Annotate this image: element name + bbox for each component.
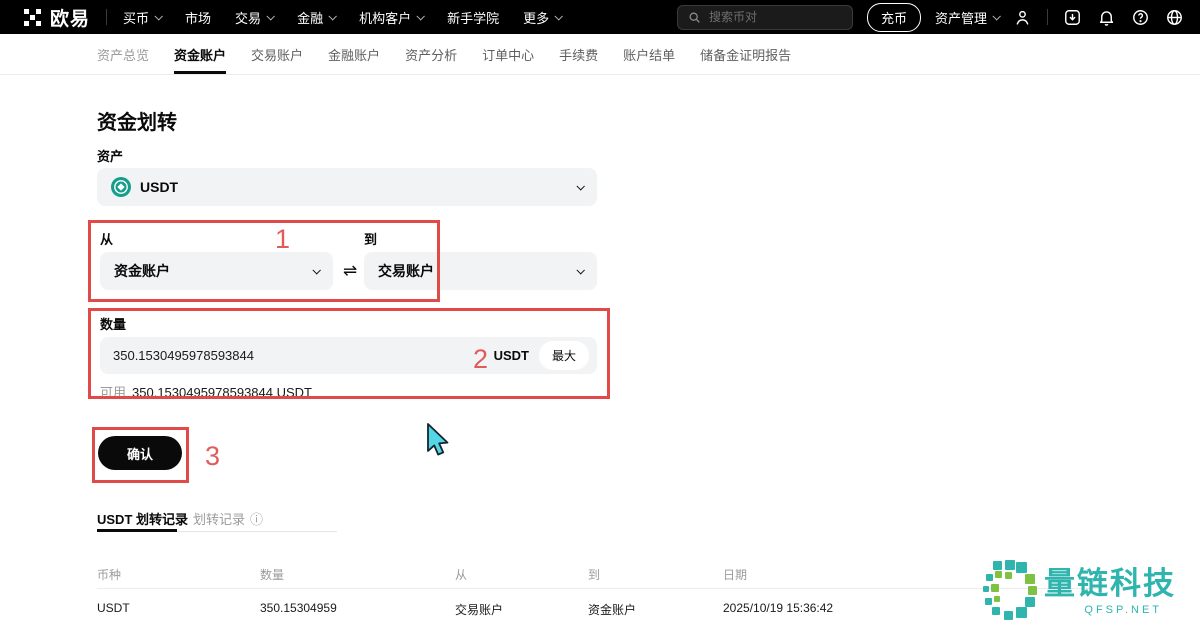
table-divider (97, 588, 1103, 589)
max-button[interactable]: 最大 (539, 341, 589, 370)
asset-label: 资产 (97, 146, 123, 165)
amount-input[interactable] (113, 348, 494, 363)
cell-amount: 350.15304959 (260, 601, 455, 618)
annotation-number-1: 1 (275, 224, 290, 255)
nav-finance[interactable]: 金融 (297, 8, 335, 27)
tab-account-statement[interactable]: 账户结单 (623, 34, 675, 74)
nav-more[interactable]: 更多 (523, 8, 561, 27)
notifications-bell-icon[interactable] (1097, 8, 1116, 27)
to-account-value: 交易账户 (378, 261, 434, 281)
tab-all-transfer-records[interactable]: 划转记录ⓘ (193, 509, 263, 528)
available-label: 可用 (100, 385, 126, 400)
col-to: 到 (588, 566, 723, 583)
profile-icon[interactable] (1013, 8, 1032, 27)
language-globe-icon[interactable] (1165, 8, 1184, 27)
chevron-down-icon (267, 12, 275, 20)
chevron-down-icon (312, 266, 320, 274)
top-navbar: 欧易 买币 市场 交易 金融 机构客户 新手学院 更多 充币 资产管理 (0, 0, 1200, 34)
amount-label: 数量 (100, 314, 126, 333)
chevron-down-icon (555, 12, 563, 20)
nav-institutional[interactable]: 机构客户 (359, 8, 423, 27)
col-from: 从 (455, 566, 588, 583)
nav-trade[interactable]: 交易 (235, 8, 273, 27)
topbar-right: 充币 资产管理 (677, 3, 1184, 32)
tab-asset-analysis[interactable]: 资产分析 (405, 34, 457, 74)
tab-usdt-transfer-records[interactable]: USDT 划转记录 (97, 509, 188, 528)
table-row: USDT 350.15304959 交易账户 资金账户 2025/10/19 1… (97, 601, 1103, 618)
tab-funding-account[interactable]: 资金账户 (174, 34, 226, 74)
to-account-select[interactable]: 交易账户 (364, 252, 597, 290)
from-account-value: 资金账户 (114, 261, 170, 281)
tether-usdt-icon (111, 177, 131, 197)
cell-currency: USDT (97, 601, 260, 618)
tab-assets-overview[interactable]: 资产总览 (97, 34, 149, 74)
mouse-cursor (426, 423, 450, 461)
available-balance: 可用 350.1530495978593844 USDT (100, 382, 312, 401)
info-icon: ⓘ (250, 509, 263, 528)
chevron-down-icon (329, 12, 337, 20)
help-icon[interactable] (1131, 8, 1150, 27)
cell-from: 交易账户 (455, 601, 588, 618)
available-value: 350.1530495978593844 USDT (132, 385, 312, 400)
search-input[interactable] (709, 10, 829, 24)
amount-currency: USDT (494, 348, 529, 363)
tab-fees[interactable]: 手续费 (559, 34, 598, 74)
brand-name[interactable]: 欧易 (50, 4, 90, 31)
nav-academy[interactable]: 新手学院 (447, 8, 499, 27)
cell-date: 2025/10/19 15:36:42 (723, 601, 1103, 618)
tabs-underline (177, 531, 337, 532)
nav-markets[interactable]: 市场 (185, 8, 211, 27)
page-title: 资金划转 (97, 106, 177, 135)
from-account-select[interactable]: 资金账户 (100, 252, 333, 290)
assets-subnav: 资产总览 资金账户 交易账户 金融账户 资产分析 订单中心 手续费 账户结单 储… (0, 34, 1200, 75)
tab-trading-account[interactable]: 交易账户 (251, 34, 303, 74)
tab-order-center[interactable]: 订单中心 (482, 34, 534, 74)
topbar-divider (106, 9, 107, 25)
col-date: 日期 (723, 566, 1103, 583)
annotation-number-3: 3 (205, 441, 220, 472)
icons-divider (1047, 9, 1048, 25)
chevron-down-icon (154, 12, 162, 20)
col-currency: 币种 (97, 566, 260, 583)
chevron-down-icon (576, 182, 584, 190)
asset-select[interactable]: USDT (97, 168, 597, 206)
deposit-button[interactable]: 充币 (867, 3, 921, 32)
swap-direction-icon[interactable]: ⇌ (336, 252, 364, 290)
col-amount: 数量 (260, 566, 455, 583)
search-icon (688, 11, 701, 24)
active-tab-underline (97, 529, 177, 532)
cell-to: 资金账户 (588, 601, 723, 618)
download-app-icon[interactable] (1063, 8, 1082, 27)
amount-field: USDT 最大 (100, 337, 597, 374)
nav-buy-crypto[interactable]: 买币 (123, 8, 161, 27)
search-box[interactable] (677, 5, 853, 30)
topbar-icons (1013, 8, 1184, 27)
records-table-header: 币种 数量 从 到 日期 (97, 566, 1103, 583)
okx-logo-icon[interactable] (24, 9, 41, 26)
chevron-down-icon (992, 12, 1000, 20)
assets-menu[interactable]: 资产管理 (935, 8, 999, 27)
okx-funding-transfer-page: 欧易 买币 市场 交易 金融 机构客户 新手学院 更多 充币 资产管理 (0, 0, 1200, 624)
chevron-down-icon (417, 12, 425, 20)
tab-proof-of-reserves[interactable]: 储备金证明报告 (700, 34, 791, 74)
confirm-button[interactable]: 确认 (98, 436, 182, 470)
from-label: 从 (100, 229, 113, 248)
chevron-down-icon (576, 266, 584, 274)
asset-value: USDT (140, 179, 178, 195)
tab-finance-account[interactable]: 金融账户 (328, 34, 380, 74)
to-label: 到 (364, 229, 377, 248)
primary-nav: 买币 市场 交易 金融 机构客户 新手学院 更多 (123, 8, 561, 27)
